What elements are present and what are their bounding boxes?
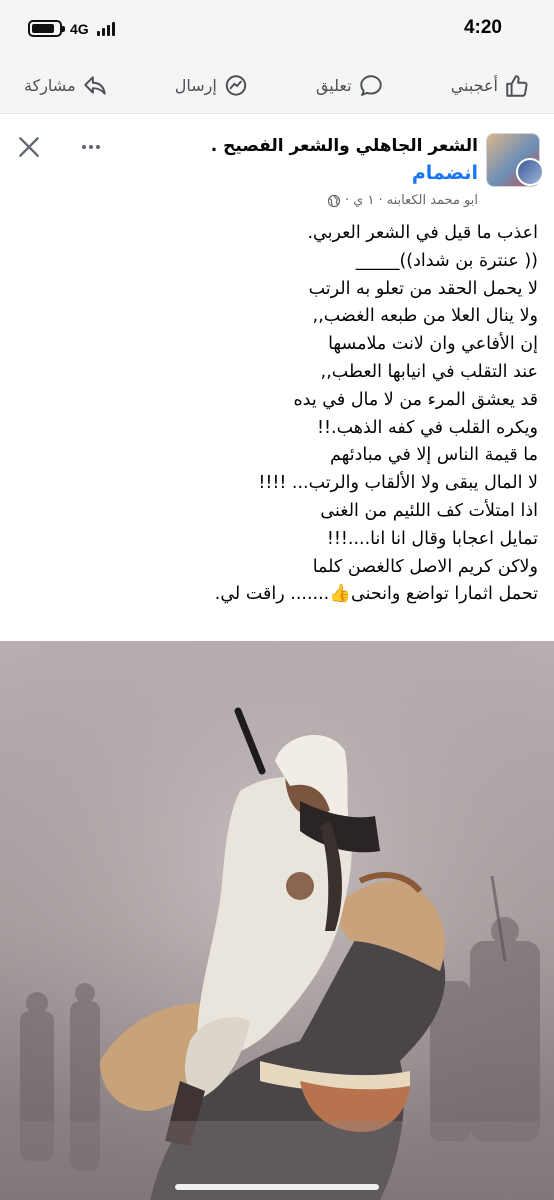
send-label: إرسال [174,76,217,95]
dot-separator: · [378,193,383,208]
share-arrow-icon [83,75,106,95]
join-group-link[interactable]: انضمام [412,162,478,184]
post-photo[interactable] [0,641,554,1200]
post-line: ما قيمة الناس إلا في مبادئهم [330,445,538,466]
share-label: مشاركة [24,76,76,95]
share-button[interactable]: مشاركة [24,73,108,99]
post-line: إن الأفاعي وان لانت ملامسها [328,334,538,355]
comment-label: تعليق [315,76,352,95]
author-avatar[interactable] [516,158,544,186]
messenger-icon [225,74,247,96]
globe-icon [327,194,341,207]
more-options-icon[interactable] [70,138,100,156]
post-line: ولا ينال العلا من طبعه الغضب,, [312,306,538,327]
thumbs-up-icon [506,74,528,97]
close-icon[interactable] [16,134,42,160]
post-line: ويكره القلب في كفه الذهب.!! [317,417,538,438]
post-line: ولاكن كريم الاصل كالغصن كلما [312,556,538,577]
post-line: (( عنترة بن شداد))_____ [355,250,538,271]
status-time: 4:20 [463,17,502,38]
like-button[interactable]: أعجبني [451,73,530,99]
comment-button[interactable]: تعليق [316,73,384,99]
post-body: اعذب ما قيل في الشعر العربي. (( عنترة بن… [10,220,538,609]
battery-icon [28,20,65,37]
post-line: اذا امتلأت كف اللئيم من الغنى [320,500,538,521]
network-type: 4G [70,20,89,37]
author-line: ابو محمد الكعابنه · ١ ي · [327,193,478,208]
post-line: قد يعشق المرء من لا مال في يده [293,389,538,410]
author-name[interactable]: ابو محمد الكعابنه [387,193,478,208]
post-line: تحمل اثمارا تواضع وانحنى👍....... راقت لي… [214,584,538,605]
group-name[interactable]: الشعر الجاهلي والشعر الفصيح . [211,136,478,156]
post-action-bar: أعجبني تعليق إرسال مشاركة [0,58,554,114]
status-bar: 4G 4:20 [0,0,554,58]
post-line: تمايل اعجابا وقال انا انا....!!! [326,528,538,549]
home-indicator[interactable] [175,1184,379,1190]
signal-icon [96,21,115,36]
post-line: لا المال يبقى ولا الألقاب والرتب... !!!! [258,473,538,494]
post-line: اعذب ما قيل في الشعر العربي. [307,223,538,243]
divider [0,114,554,124]
send-button[interactable]: إرسال [175,73,249,99]
like-label: أعجبني [450,76,498,95]
post-header: الشعر الجاهلي والشعر الفصيح . انضمام ابو… [0,124,554,220]
status-indicators: 4G [28,20,115,37]
post-line: عند التقلب في انيابها العطب,, [320,361,538,382]
post-time[interactable]: ١ ي [353,193,374,208]
post-line: لا يحمل الحقد من تعلو به الرتب [308,278,538,299]
comment-bubble-icon [359,74,382,96]
dot-separator: · [345,193,350,208]
